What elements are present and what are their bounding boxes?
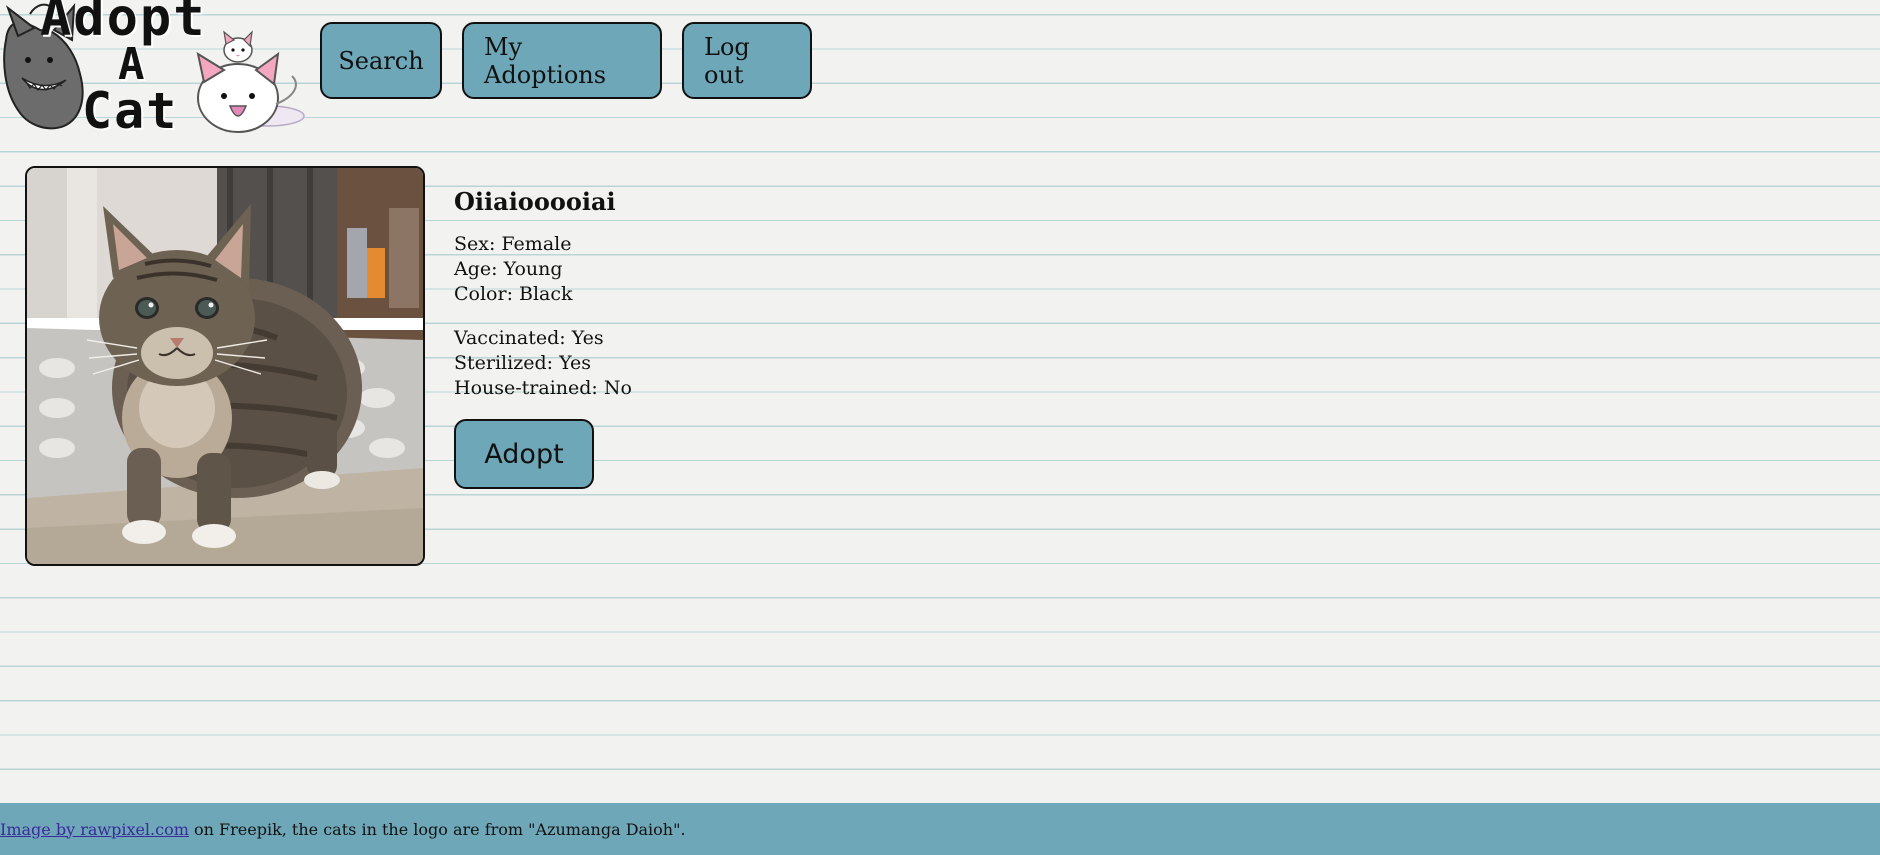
rawpixel-credit-link[interactable]: Image by rawpixel.com — [0, 820, 189, 839]
basic-info: Sex: Female Age: Young Color: Black — [454, 232, 632, 307]
site-logo[interactable]: Adopt A Cat — [0, 0, 305, 140]
cat-age: Age: Young — [454, 258, 563, 280]
logo-text-cat: Cat — [82, 82, 179, 140]
cat-sex: Sex: Female — [454, 233, 572, 255]
cat-color: Color: Black — [454, 283, 573, 305]
cat-sterilized: Sterilized: Yes — [454, 352, 591, 374]
footer-credit-text: on Freepik, the cats in the logo are fro… — [188, 819, 686, 839]
logo-text-a: A — [118, 39, 147, 90]
footer: Image by rawpixel.com on Freepik, the ca… — [0, 803, 1880, 855]
adopt-button[interactable]: Adopt — [454, 419, 594, 489]
tabby-cat-image — [27, 168, 423, 564]
cat-name: Oiiaiooooiai — [454, 187, 616, 216]
my-adoptions-button[interactable]: My Adoptions — [462, 22, 662, 99]
white-cat-icon — [196, 30, 305, 133]
cat-house-trained: House-trained: No — [454, 377, 632, 399]
log-out-button[interactable]: Log out — [682, 22, 812, 99]
main-nav: Search My Adoptions Log out — [320, 22, 812, 99]
cat-vaccinated: Vaccinated: Yes — [454, 327, 604, 349]
cat-photo — [25, 166, 425, 566]
logo-text-adopt: Adopt — [40, 0, 207, 48]
health-info: Vaccinated: Yes Sterilized: Yes House-tr… — [454, 326, 632, 401]
search-button[interactable]: Search — [320, 22, 442, 99]
cat-details: Oiiaiooooiai Sex: Female Age: Young Colo… — [454, 186, 632, 489]
